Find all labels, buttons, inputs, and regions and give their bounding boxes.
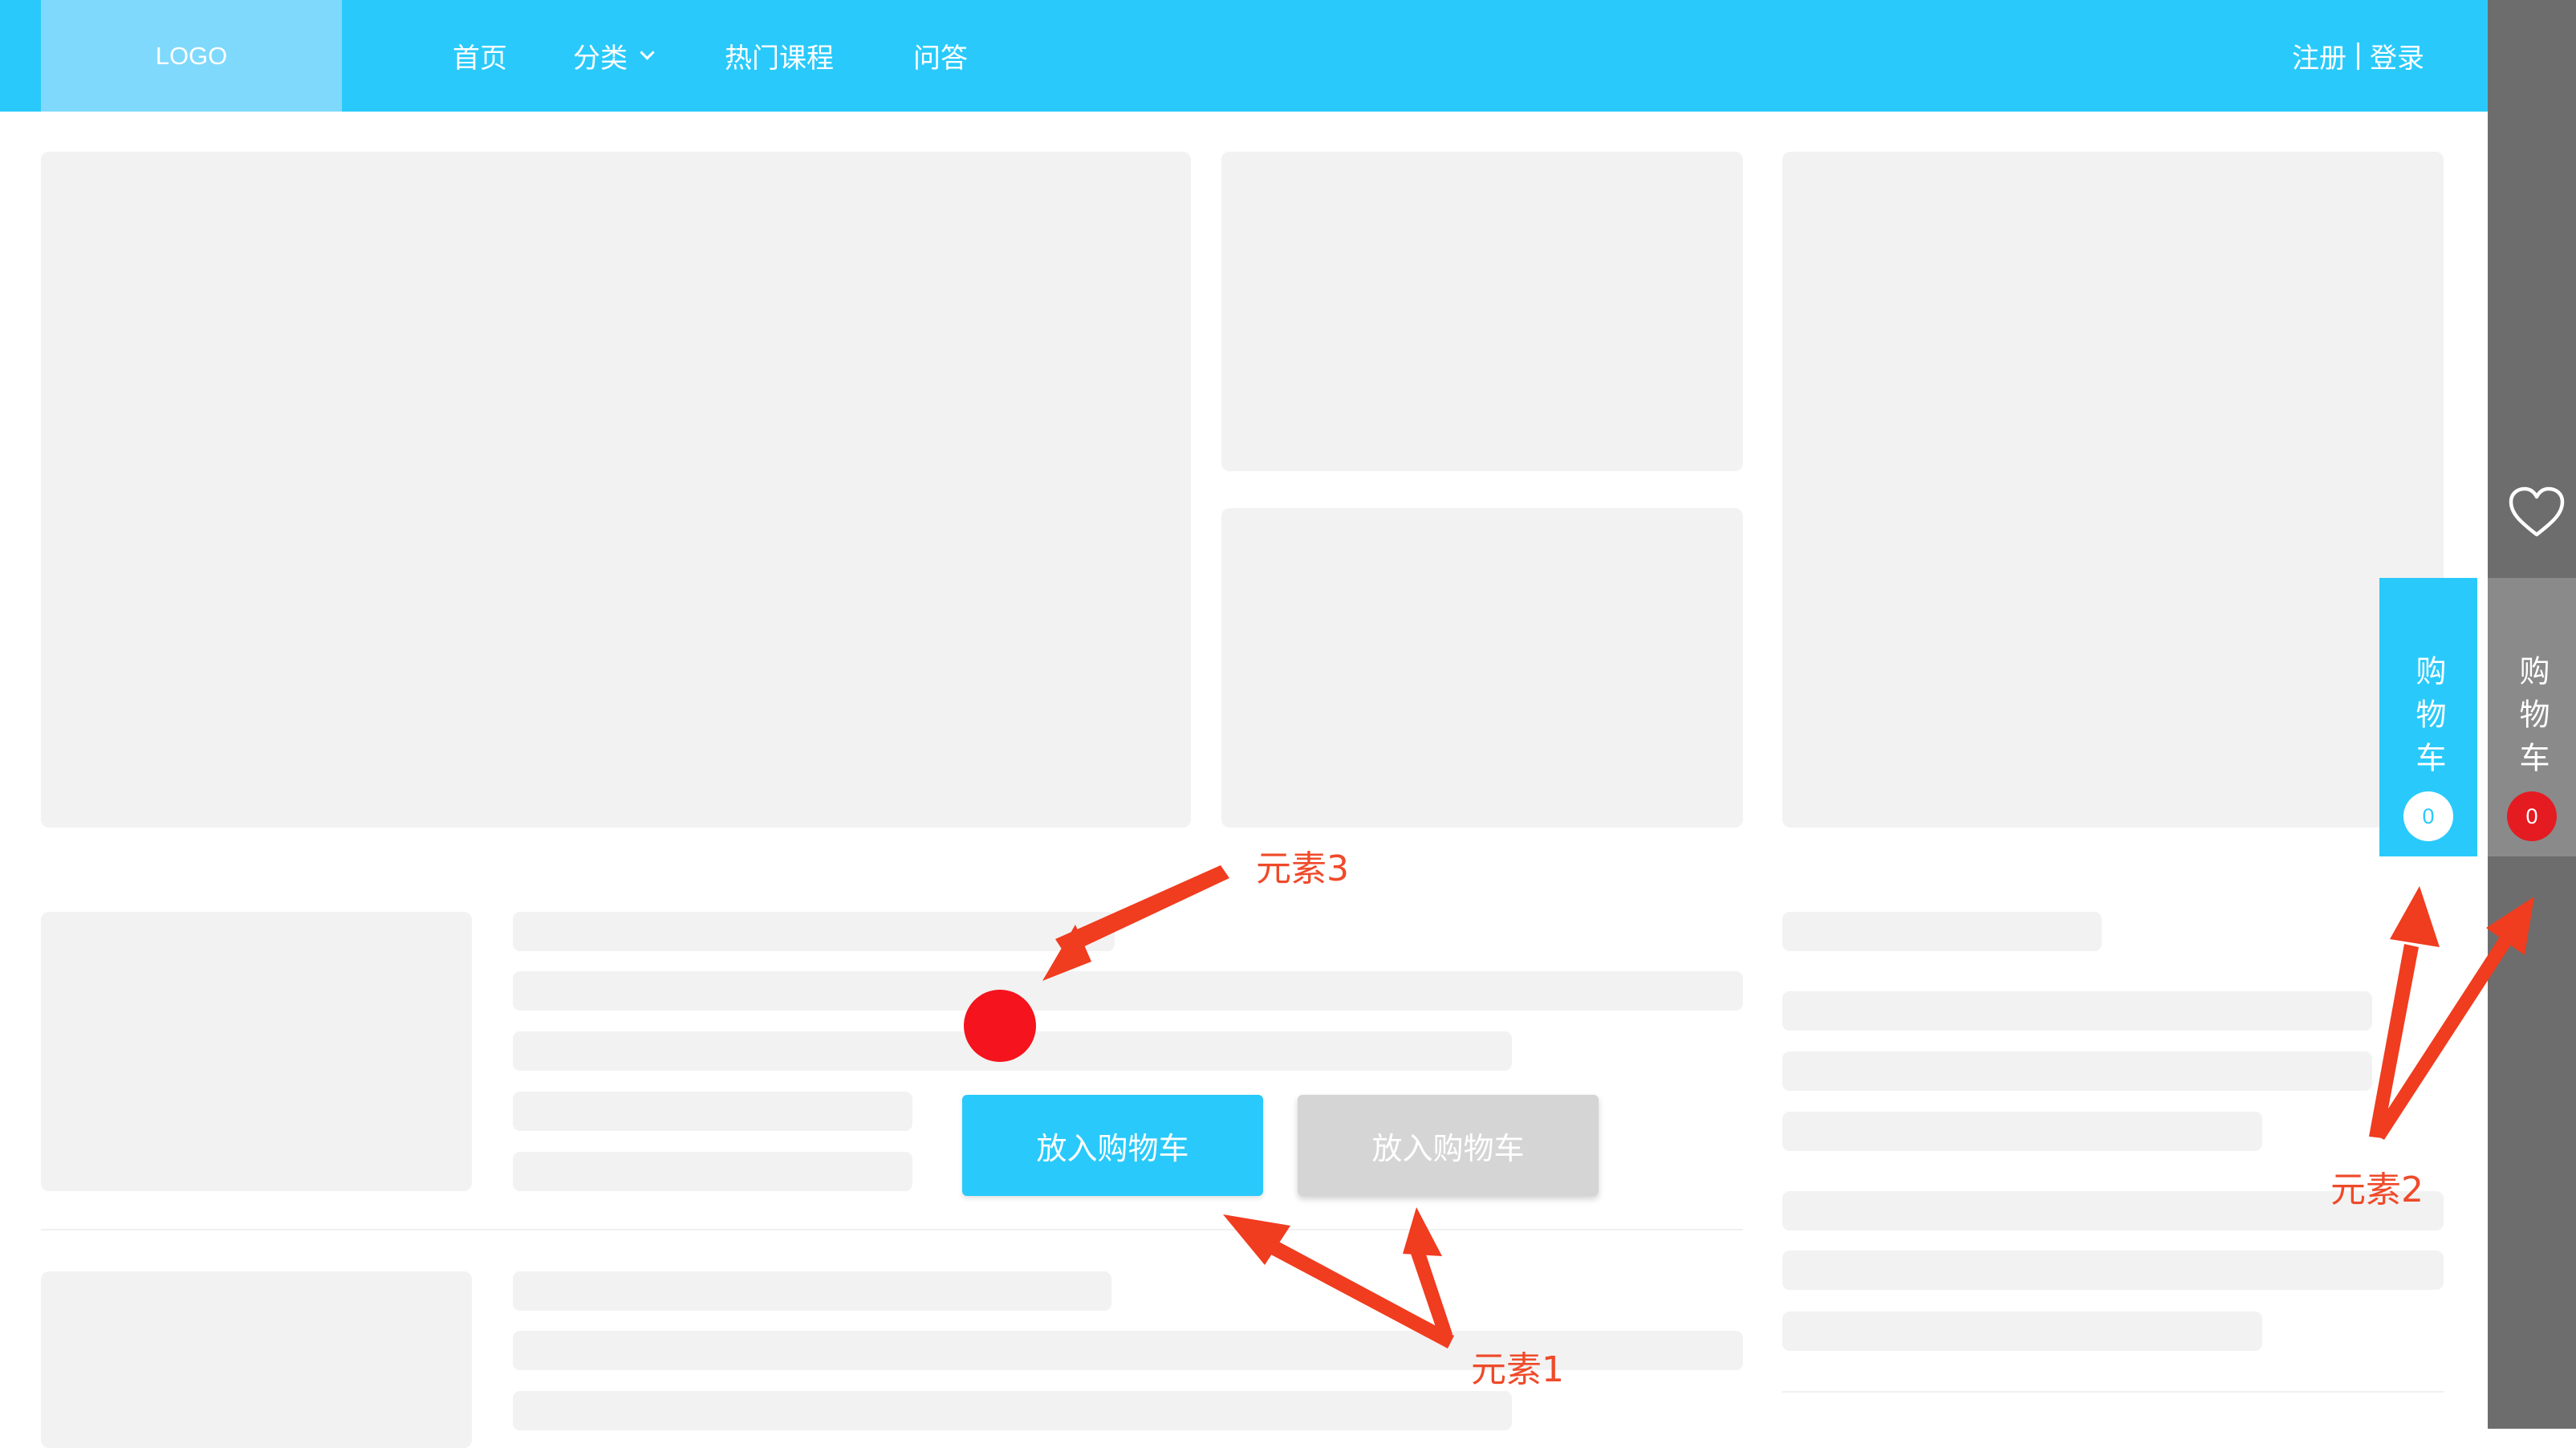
row-divider [1782, 1391, 2444, 1393]
logo[interactable]: LOGO [41, 0, 342, 112]
heart-icon[interactable] [2508, 486, 2566, 539]
promo-placeholder-top [1221, 152, 1743, 471]
nav-qa[interactable]: 问答 [913, 0, 968, 112]
nav-hot-courses-label: 热门课程 [725, 43, 834, 75]
login-link[interactable]: 登录 [2370, 36, 2424, 75]
side-panel-placeholder [1782, 152, 2444, 828]
cart-tab-label: 购物车 [2411, 655, 2446, 785]
auth-divider [2357, 42, 2359, 70]
nav-hot-courses[interactable]: 热门课程 [725, 0, 834, 112]
text-line-placeholder [513, 1271, 1111, 1311]
cart-tab[interactable]: 购物车 0 [2488, 578, 2576, 856]
cart-tab-label: 购物车 [2514, 655, 2550, 785]
top-navbar: LOGO 首页 分类 热门课程 问答 注册 登录 [0, 0, 2488, 112]
annotation-label-element1: 元素1 [1471, 1349, 1564, 1390]
text-line-placeholder [513, 1391, 1512, 1430]
nav-qa-label: 问答 [913, 43, 968, 75]
text-line-placeholder [513, 912, 1115, 951]
nav-category-dropdown[interactable]: 分类 [573, 0, 655, 112]
annotation-arrow [1223, 1214, 1290, 1265]
text-line-placeholder [513, 1092, 912, 1131]
annotation-arrow [1411, 1250, 1453, 1339]
course-thumbnail-placeholder [41, 912, 472, 1191]
cart-tab-active[interactable]: 购物车 0 [2379, 578, 2477, 856]
auth-links: 注册 登录 [2292, 0, 2424, 112]
annotation-arrow [1403, 1207, 1442, 1256]
text-line-placeholder [513, 1152, 912, 1191]
banner-placeholder [41, 152, 1191, 828]
nav-home[interactable]: 首页 [453, 0, 507, 112]
text-line-placeholder [1782, 1251, 2444, 1290]
register-link[interactable]: 注册 [2292, 36, 2346, 75]
chevron-down-icon [640, 45, 655, 60]
nav-category-label: 分类 [573, 43, 628, 75]
text-line-placeholder [1782, 1051, 2372, 1091]
promo-placeholder-bottom [1221, 508, 1743, 828]
row-divider [41, 1229, 1743, 1230]
text-line-placeholder [1782, 1312, 2262, 1351]
text-line-placeholder [1782, 912, 2102, 951]
fly-to-cart-ball [964, 990, 1036, 1062]
course-thumbnail-placeholder [41, 1271, 472, 1448]
add-to-cart-button[interactable]: 放入购物车 [962, 1095, 1263, 1196]
cart-count-badge: 0 [2403, 791, 2453, 841]
annotation-arrow [2390, 886, 2440, 947]
annotation-label-element2: 元素2 [2330, 1169, 2424, 1210]
annotation-label-element3: 元素3 [1256, 848, 1349, 889]
cart-count-badge: 0 [2507, 791, 2557, 841]
nav-home-label: 首页 [453, 43, 507, 75]
annotation-arrow [2369, 944, 2419, 1138]
text-line-placeholder [1782, 991, 2372, 1031]
text-line-placeholder [513, 971, 1743, 1011]
add-to-cart-button-disabled[interactable]: 放入购物车 [1298, 1095, 1599, 1196]
text-line-placeholder [1782, 1112, 2262, 1151]
